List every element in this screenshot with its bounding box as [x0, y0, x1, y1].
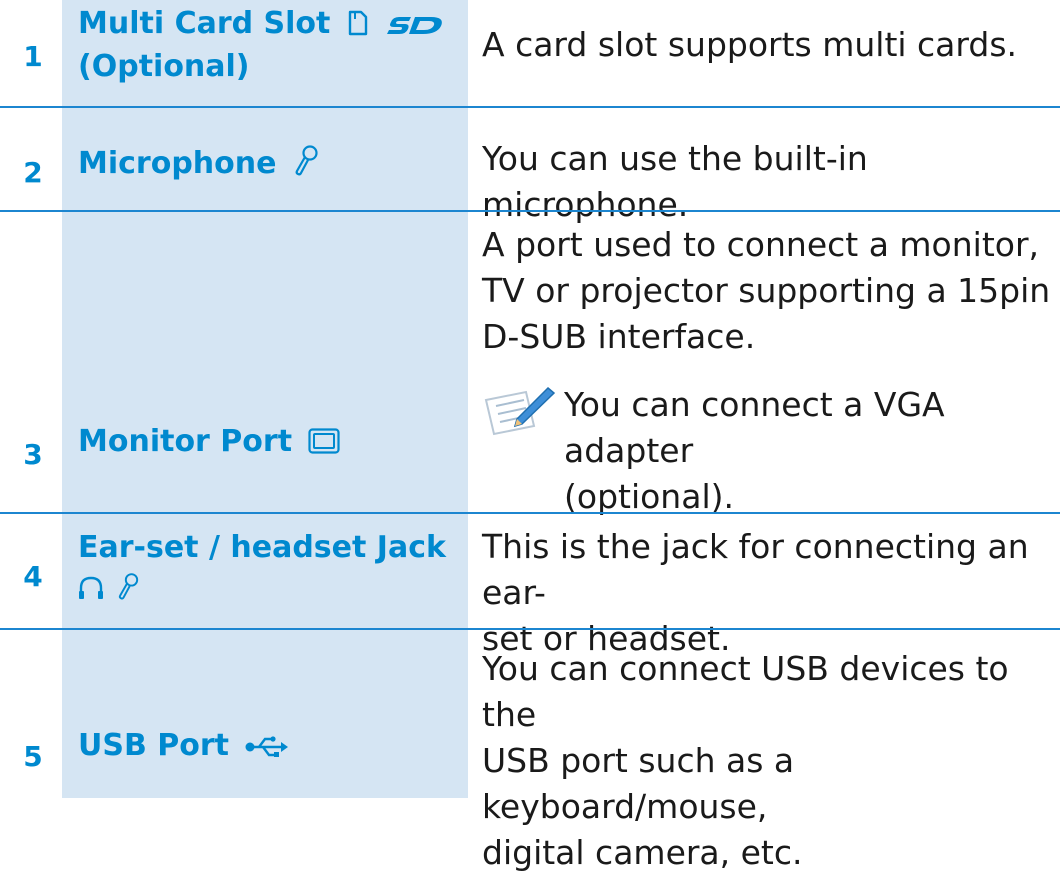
row-number: 3 [23, 438, 43, 471]
description-line: D-SUB interface. [482, 317, 756, 356]
row-number: 5 [23, 740, 43, 773]
row-number: 2 [23, 156, 43, 189]
sd-logo-icon [385, 7, 447, 47]
sd-card-icon [347, 7, 369, 47]
port-name-label: Microphone [78, 146, 277, 181]
row-number: 1 [23, 40, 43, 73]
port-name-label: Monitor Port [78, 424, 293, 459]
note-pencil-icon [482, 386, 558, 442]
port-description: You can connect USB devices to the USB p… [482, 646, 1056, 876]
port-table: 1 Multi Card Slot (Optional) A card slot… [0, 0, 1060, 872]
table-row: 3 Monitor Port A port used to connect a … [0, 212, 1060, 516]
port-name-optional: (Optional) [78, 49, 250, 84]
name-cell [62, 212, 468, 512]
description-line: digital camera, etc. [482, 833, 803, 872]
port-description: A port used to connect a monitor, TV or … [482, 222, 1056, 360]
description-line: A port used to connect a monitor, [482, 225, 1040, 264]
table-row: 4 Ear-set / headset Jack This is the jac… [0, 514, 1060, 658]
port-name-label: Multi Card Slot [78, 6, 331, 41]
note-line: You can connect a VGA adapter [564, 385, 945, 470]
port-description: A card slot supports multi cards. [482, 25, 1018, 64]
description-line: You can connect USB devices to the [482, 649, 1009, 734]
description-line: This is the jack for connecting an ear- [482, 527, 1029, 612]
microphone-icon [116, 571, 140, 611]
table-row: 1 Multi Card Slot (Optional) A card slot… [0, 0, 1060, 106]
note-text: You can connect a VGA adapter (optional)… [564, 382, 1056, 520]
microphone-icon [293, 144, 319, 187]
description-line: TV or projector supporting a 15pin [482, 271, 1051, 310]
row-number: 4 [23, 560, 43, 593]
table-row: 2 Microphone You can use the built-in mi… [0, 108, 1060, 224]
table-row: 5 USB Port You can connect USB devices t… [0, 630, 1060, 872]
description-line: USB port such as a keyboard/mouse, [482, 741, 795, 826]
monitor-port-icon [308, 425, 341, 465]
headphone-icon [78, 571, 104, 611]
port-name-label: Ear-set / headset Jack [78, 530, 446, 565]
port-name-label: USB Port [78, 728, 230, 763]
name-cell [62, 630, 468, 798]
usb-icon [245, 729, 289, 769]
